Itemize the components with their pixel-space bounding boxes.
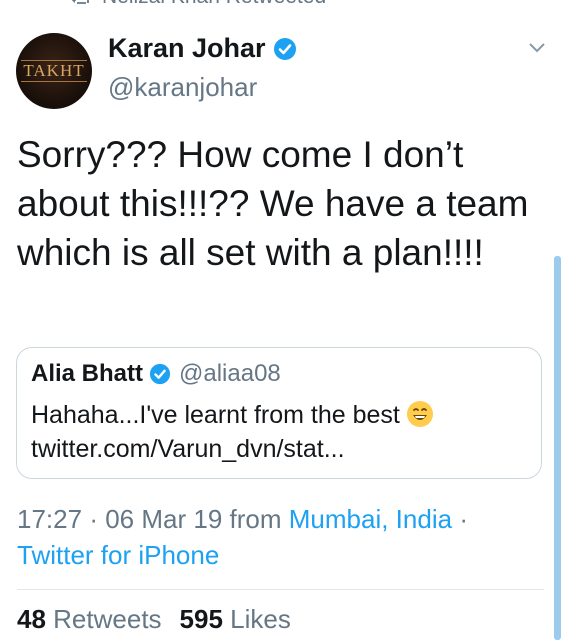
likes-count: 595 (179, 604, 223, 634)
location-link[interactable]: Mumbai, India (289, 504, 452, 534)
tweet-meta: 17:27 · 06 Mar 19 from Mumbai, India · T… (17, 501, 547, 573)
retweets-count: 48 (17, 604, 46, 634)
verified-badge-icon (149, 363, 171, 385)
retweet-text: Nelizai Khan Retweeted (102, 0, 326, 9)
likes-stat[interactable]: 595 Likes (180, 604, 291, 635)
retweet-context: Nelizai Khan Retweeted (70, 0, 326, 8)
client-link[interactable]: Twitter for iPhone (17, 540, 219, 570)
tweet-date: 06 Mar 19 (105, 504, 223, 534)
author-handle[interactable]: @karanjohar (108, 72, 257, 103)
chevron-down-icon[interactable] (528, 40, 546, 54)
retweets-stat[interactable]: 48 Retweets (17, 604, 162, 635)
divider (17, 589, 544, 590)
avatar[interactable]: TAKHT (16, 33, 92, 109)
author-display-name[interactable]: Karan Johar (108, 33, 266, 64)
scrollbar[interactable] (554, 256, 561, 640)
quoted-link[interactable]: twitter.com/Varun_dvn/stat... (31, 432, 434, 466)
quoted-tweet-text: Hahaha...I've learnt from the best twitt… (31, 398, 434, 466)
tweet-time: 17:27 (17, 504, 83, 534)
meta-separator: · (459, 504, 468, 534)
quoted-tweet-header: Alia Bhatt @aliaa08 (31, 360, 281, 388)
from-label: from (229, 504, 282, 534)
tweet-text: Sorry??? How come I don’t about this!!!?… (17, 134, 529, 273)
verified-badge-icon (273, 37, 297, 61)
retweets-label: Retweets (53, 604, 162, 634)
quoted-tweet-card[interactable]: Alia Bhatt @aliaa08 Hahaha...I've learnt… (16, 347, 542, 479)
likes-label: Likes (230, 604, 291, 634)
grinning-emoji-icon (406, 401, 433, 427)
quoted-display-name: Alia Bhatt (31, 360, 144, 387)
avatar-logo-text: TAKHT (21, 60, 87, 82)
quoted-text-line: Hahaha...I've learnt from the best (31, 398, 434, 432)
meta-separator: · (89, 504, 98, 534)
retweet-icon (71, 0, 89, 4)
author-name-row[interactable]: Karan Johar (108, 33, 297, 64)
tweet-stats: 48 Retweets 595 Likes (17, 604, 291, 635)
quoted-handle: @aliaa08 (179, 360, 281, 387)
